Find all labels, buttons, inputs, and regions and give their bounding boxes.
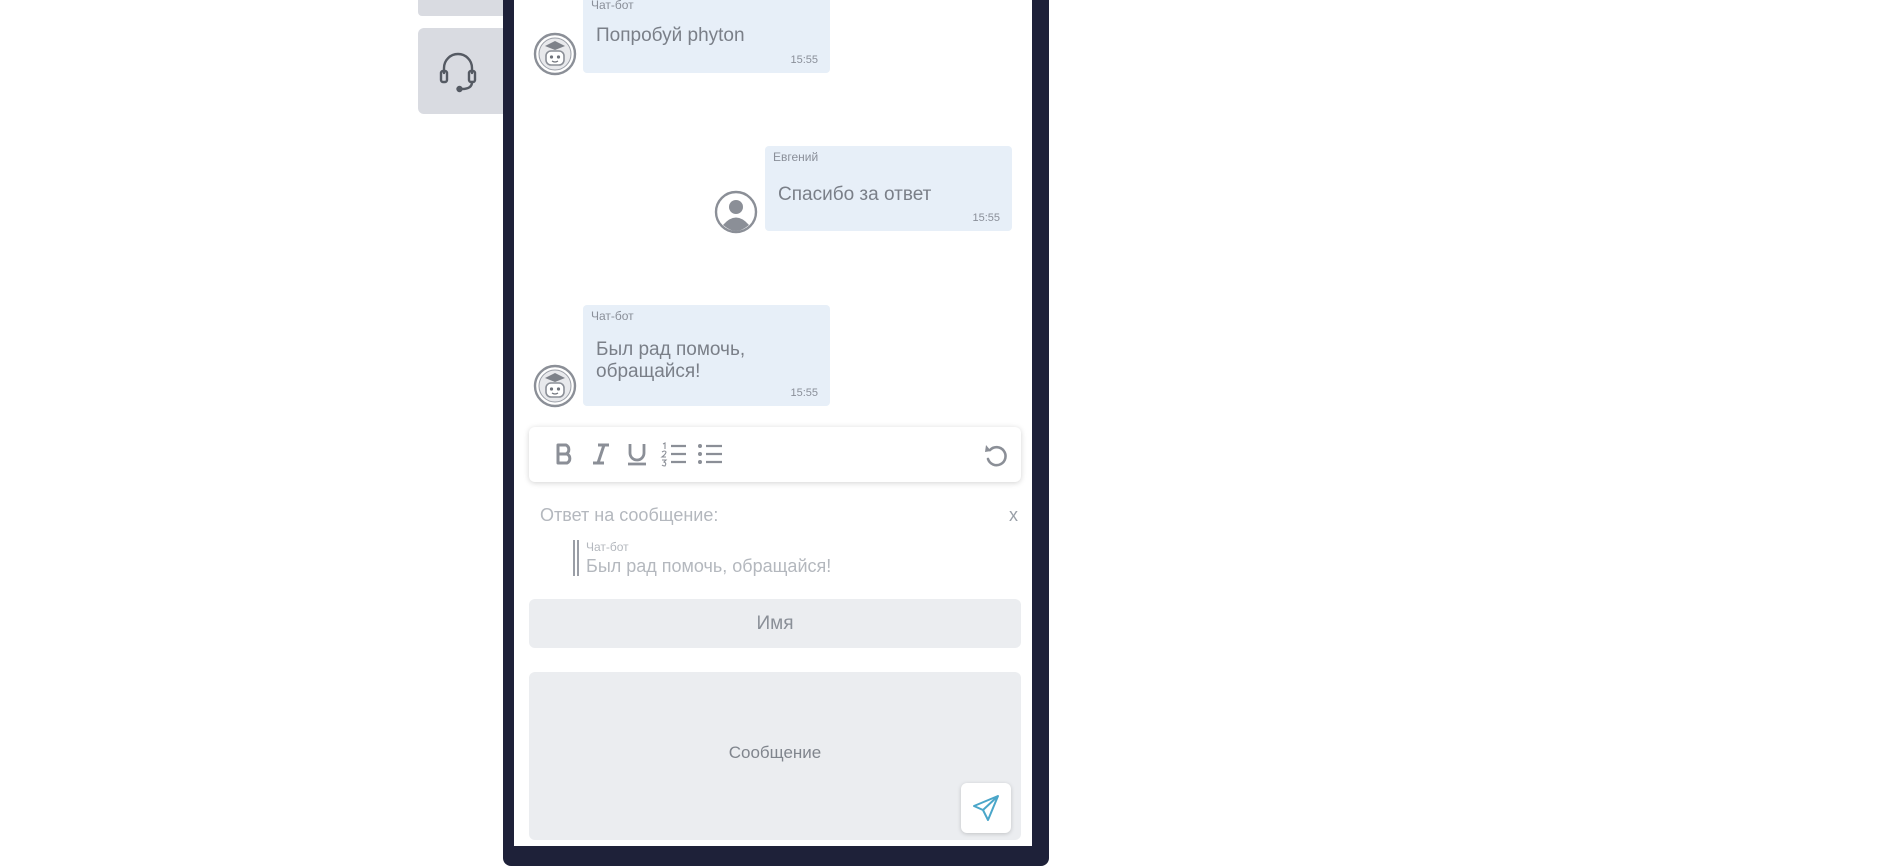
message-author: Чат-бот [591, 309, 634, 323]
message-text: Спасибо за ответ [778, 184, 932, 205]
italic-icon[interactable] [587, 440, 615, 468]
chat-panel: Чат-бот Попробуй phyton 15:55 Евгений Сп… [514, 0, 1032, 846]
message-text-line: обращайся! [596, 361, 701, 382]
quoted-text: Был рад помочь, обращайся! [586, 556, 832, 576]
message-time: 15:55 [790, 54, 818, 66]
message-input[interactable] [529, 672, 1021, 840]
message-author: Евгений [773, 150, 819, 164]
message-author: Чат-бот [591, 0, 634, 12]
robot-avatar-icon [533, 32, 577, 76]
send-icon [973, 795, 999, 821]
reply-label: Ответ на сообщение: [540, 505, 719, 525]
bold-icon[interactable] [550, 440, 578, 468]
formatting-toolbar [529, 427, 1021, 482]
message-text-line: Был рад помочь, [596, 339, 746, 360]
user-avatar-icon [714, 190, 758, 234]
name-input[interactable] [529, 599, 1021, 648]
quoted-author: Чат-бот [586, 540, 629, 554]
message-bubble[interactable]: Чат-бот Попробуй phyton 15:55 [583, 0, 830, 73]
send-button[interactable] [961, 783, 1011, 833]
chat-widget-screen: Чат-бот Попробуй phyton 15:55 Евгений Сп… [0, 0, 1893, 866]
ordered-list-icon[interactable] [660, 440, 688, 468]
headset-icon [439, 52, 477, 93]
undo-icon[interactable] [982, 441, 1010, 469]
underline-icon[interactable] [623, 440, 651, 468]
support-tab[interactable] [418, 28, 506, 114]
message-text: Попробуй phyton [596, 25, 745, 46]
quote-bar [577, 540, 579, 576]
message-time: 15:55 [972, 212, 1000, 224]
bullet-list-icon[interactable] [696, 440, 724, 468]
message-bubble[interactable]: Чат-бот Был рад помочь, обращайся! 15:55 [583, 305, 830, 406]
message-time: 15:55 [790, 387, 818, 399]
message-bubble[interactable]: Евгений Спасибо за ответ 15:55 [765, 146, 1012, 231]
side-tab-partial[interactable] [418, 0, 506, 16]
robot-avatar-icon [533, 364, 577, 408]
quote-bar [573, 540, 575, 576]
reply-close-button[interactable]: x [1009, 505, 1018, 526]
